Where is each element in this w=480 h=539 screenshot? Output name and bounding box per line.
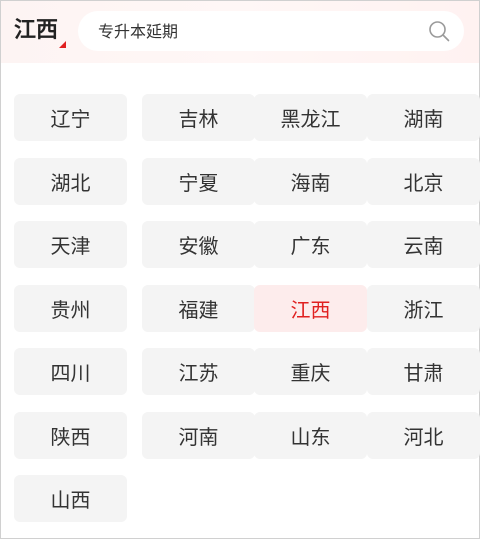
province-button[interactable]: 宁夏: [142, 158, 255, 205]
province-button[interactable]: 重庆: [254, 348, 367, 395]
province-button[interactable]: 甘肃: [367, 348, 480, 395]
province-button[interactable]: 广东: [254, 221, 367, 268]
search-box[interactable]: [78, 11, 464, 51]
province-button[interactable]: 浙江: [367, 285, 480, 332]
header-bar: 江西: [1, 1, 479, 63]
province-button[interactable]: 河北: [367, 412, 480, 459]
province-button[interactable]: 辽宁: [14, 94, 127, 141]
search-input[interactable]: [98, 16, 398, 46]
province-button[interactable]: 湖北: [14, 158, 127, 205]
province-button[interactable]: 天津: [14, 221, 127, 268]
province-button[interactable]: 江苏: [142, 348, 255, 395]
province-button[interactable]: 江西: [254, 285, 367, 332]
province-button[interactable]: 福建: [142, 285, 255, 332]
province-button[interactable]: 云南: [367, 221, 480, 268]
province-button[interactable]: 山西: [14, 475, 127, 522]
province-button[interactable]: 北京: [367, 158, 480, 205]
province-button[interactable]: 海南: [254, 158, 367, 205]
app-frame: 江西 辽宁吉林黑龙江湖南湖北宁夏海南北京天津安徽广东云南贵州福建江西浙江四川江苏…: [0, 0, 480, 539]
province-button[interactable]: 黑龙江: [254, 94, 367, 141]
province-button[interactable]: 四川: [14, 348, 127, 395]
search-icon[interactable]: [428, 20, 450, 42]
province-button[interactable]: 河南: [142, 412, 255, 459]
province-button[interactable]: 吉林: [142, 94, 255, 141]
region-selector[interactable]: 江西: [14, 16, 58, 46]
province-button[interactable]: 山东: [254, 412, 367, 459]
region-dropdown-caret-icon[interactable]: [59, 41, 66, 48]
province-button[interactable]: 安徽: [142, 221, 255, 268]
province-button[interactable]: 贵州: [14, 285, 127, 332]
province-button[interactable]: 湖南: [367, 94, 480, 141]
province-button[interactable]: 陕西: [14, 412, 127, 459]
